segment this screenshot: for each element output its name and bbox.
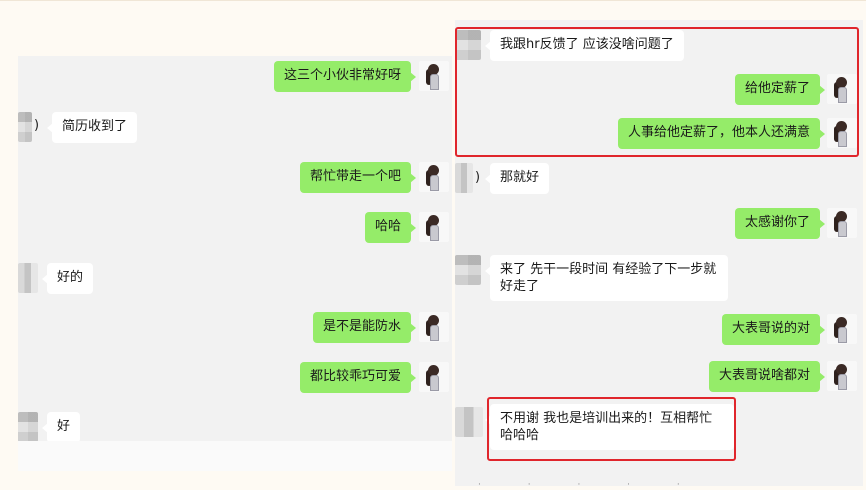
message-bubble-received[interactable]: 好	[41, 412, 81, 441]
my-avatar-icon[interactable]	[419, 312, 449, 342]
message-bubble-sent[interactable]: 是不是能防水	[312, 312, 417, 343]
message-bubble-sent[interactable]: 这三个小伙非常好呀	[273, 61, 417, 92]
message-bubble-received[interactable]: 那就好	[484, 163, 550, 194]
message-bubble-received[interactable]: 好的	[41, 263, 94, 294]
avatar-fragment: )	[34, 118, 40, 133]
my-avatar-icon[interactable]	[827, 208, 857, 238]
contact-avatar-icon[interactable]	[455, 163, 473, 193]
my-avatar-icon[interactable]	[419, 162, 449, 192]
contact-avatar-icon[interactable]	[18, 412, 38, 441]
highlight-box	[455, 27, 859, 157]
message-bubble-sent[interactable]: 大表哥说的对	[721, 314, 826, 345]
message-bubble-received[interactable]: 简历收到了	[46, 112, 138, 143]
toolbar-dots: · · · · ·	[478, 480, 702, 490]
message-bubble-sent[interactable]: 都比较乖巧可爱	[299, 362, 417, 393]
my-avatar-icon[interactable]	[419, 212, 449, 242]
my-avatar-icon[interactable]	[827, 361, 857, 391]
left-panel-footer	[18, 441, 452, 471]
left-chat-panel: 这三个小伙非常好呀 ) 简历收到了 帮忙带走一个吧 哈哈 好的 是不是能防水 都…	[18, 56, 452, 441]
top-border	[0, 0, 866, 1]
message-bubble-sent[interactable]: 太感谢你了	[734, 208, 826, 239]
message-bubble-sent[interactable]: 哈哈	[364, 212, 417, 243]
message-bubble-sent[interactable]: 帮忙带走一个吧	[299, 162, 417, 193]
contact-avatar-icon[interactable]	[455, 255, 481, 285]
contact-avatar-icon[interactable]	[18, 263, 38, 293]
my-avatar-icon[interactable]	[827, 314, 857, 344]
message-bubble-received[interactable]: 来了 先干一段时间 有经验了下一步就好走了	[485, 255, 728, 301]
contact-avatar-icon[interactable]	[18, 112, 32, 142]
message-bubble-sent[interactable]: 大表哥说啥都对	[708, 361, 826, 392]
avatar-fragment: )	[475, 170, 481, 185]
contact-avatar-icon[interactable]	[455, 407, 483, 437]
highlight-box	[487, 397, 736, 461]
my-avatar-icon[interactable]	[419, 61, 449, 91]
my-avatar-icon[interactable]	[419, 362, 449, 392]
